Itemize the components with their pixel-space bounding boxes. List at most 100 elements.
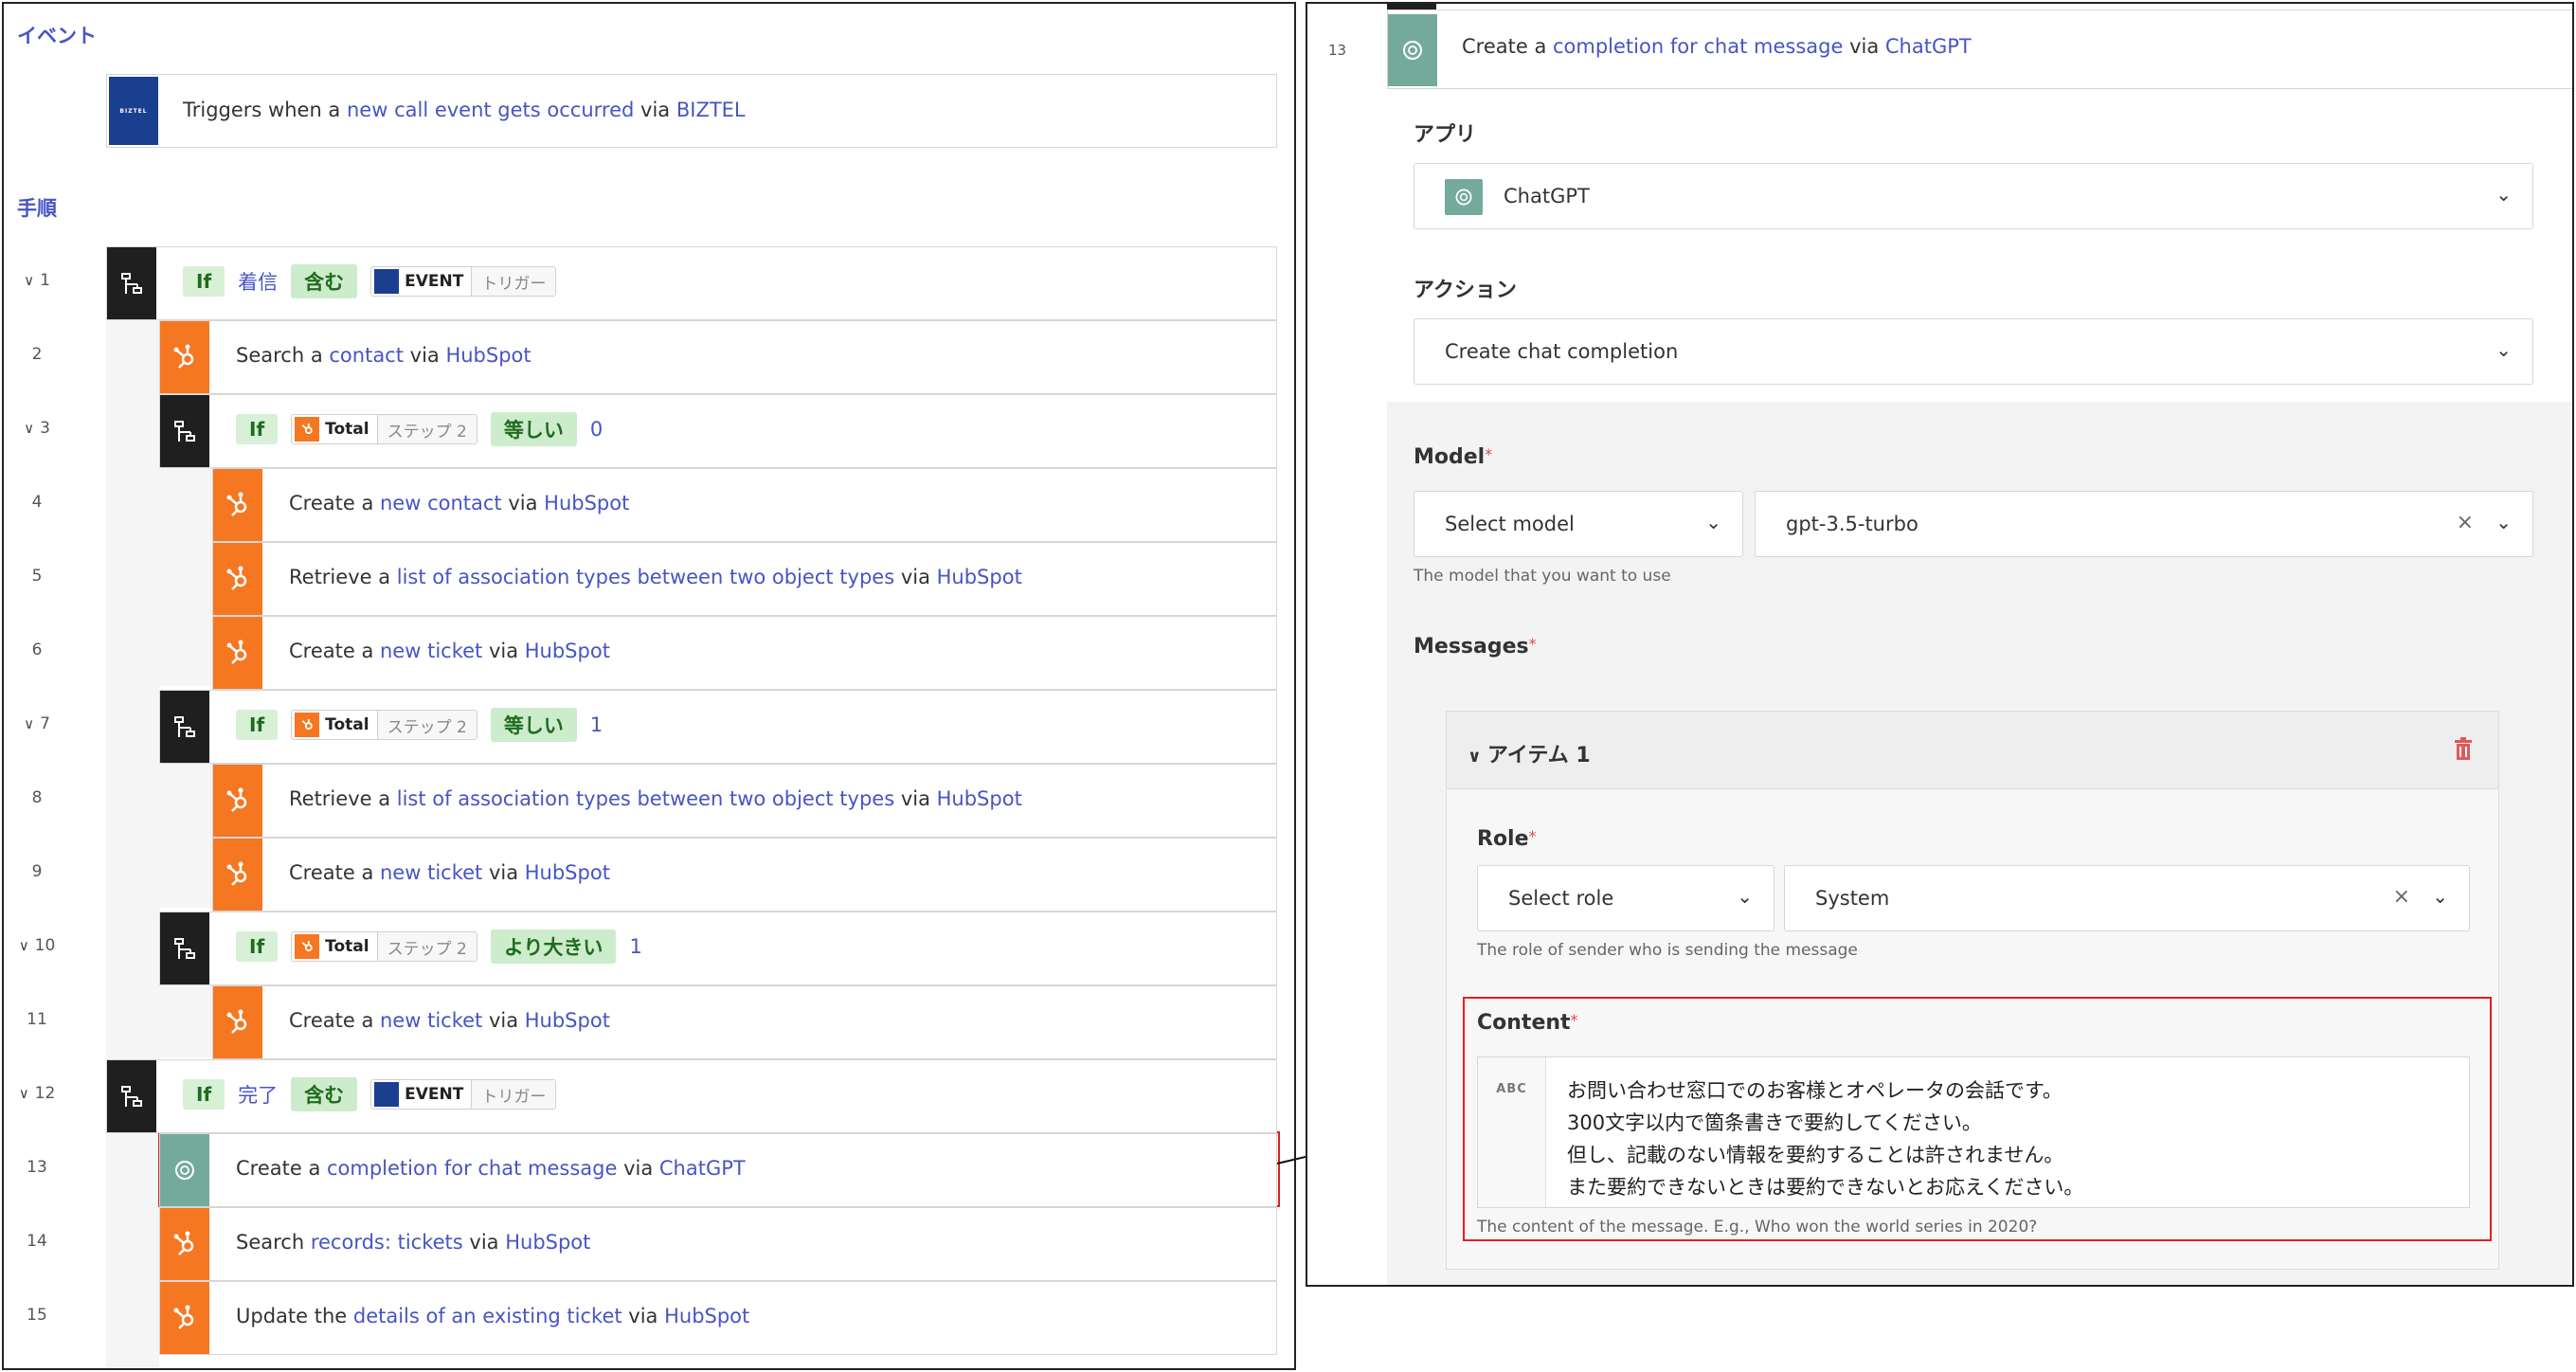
step-text: Retrieve a list of association types bet… — [289, 787, 1022, 810]
workflow-panel: イベント BIZTEL Triggers when a new call eve… — [2, 2, 1296, 1370]
condition-value: 1 — [629, 935, 642, 958]
role-mode-select[interactable]: Select role ⌄ — [1477, 865, 1774, 931]
step-link[interactable]: new ticket — [380, 861, 482, 884]
trigger-prefix: Triggers when a — [183, 99, 347, 121]
variable-chip[interactable]: Total ステップ 2 — [291, 414, 477, 444]
step-link[interactable]: completion for chat message — [327, 1157, 617, 1180]
condition-row[interactable]: If Total ステップ 2 より大きい 1 — [159, 912, 1277, 985]
step-number-text: 3 — [40, 419, 50, 438]
step-number-text: 1 — [40, 271, 50, 290]
condition-value: 1 — [589, 713, 603, 736]
item-title-text: アイテム 1 — [1486, 744, 1591, 767]
condition-row[interactable]: If 完了 含む EVENT トリガー — [106, 1059, 1277, 1133]
step-link[interactable]: list of association types between two ob… — [397, 566, 894, 588]
step-row[interactable]: Update the details of an existing ticket… — [159, 1281, 1277, 1355]
step-app-link[interactable]: HubSpot — [525, 861, 610, 884]
step-number-text: 2 — [31, 345, 43, 364]
step-app-link[interactable]: HubSpot — [525, 640, 610, 662]
chevron-down-icon[interactable]: ∨ — [19, 937, 29, 954]
step-row[interactable]: Create a completion for chat message via… — [159, 1133, 1277, 1207]
step-app-link[interactable]: HubSpot — [505, 1231, 590, 1254]
action-select[interactable]: Create chat completion ⌄ — [1414, 318, 2533, 385]
app-label: アプリ — [1414, 123, 1477, 147]
step-row[interactable]: Create a new ticket via HubSpot — [212, 985, 1277, 1059]
biztel-logo-icon: BIZTEL — [109, 77, 158, 145]
step-number[interactable]: ∨ 3 — [4, 419, 70, 438]
step-number: 6 — [4, 641, 70, 659]
nest-guide-7 — [159, 764, 212, 908]
step-number: 11 — [4, 1010, 70, 1029]
step-app-link[interactable]: HubSpot — [544, 492, 629, 514]
variable-chip[interactable]: EVENT トリガー — [370, 266, 557, 297]
step-number[interactable]: ∨ 7 — [4, 714, 70, 733]
step-app-link[interactable]: HubSpot — [937, 787, 1022, 810]
step-app-link[interactable]: HubSpot — [525, 1009, 610, 1032]
operator-badge: 含む — [291, 1077, 358, 1111]
detail-header-link[interactable]: completion for chat message — [1553, 35, 1843, 58]
role-select[interactable]: System × ⌄ — [1784, 865, 2470, 931]
step-row[interactable]: Create a new contact via HubSpot — [212, 468, 1277, 542]
step-number[interactable]: ∨ 12 — [4, 1084, 70, 1103]
step-link[interactable]: new contact — [380, 492, 502, 514]
hubspot-icon — [295, 934, 320, 959]
step-detail-panel: 13 Create a completion for chat message … — [1306, 2, 2574, 1287]
condition-row[interactable]: If Total ステップ 2 等しい 0 — [159, 394, 1277, 468]
chip-source: ステップ 2 — [376, 711, 477, 739]
step-number-text: 10 — [34, 936, 56, 955]
trash-icon[interactable] — [2453, 736, 2474, 761]
trigger-row[interactable]: BIZTEL Triggers when a new call event ge… — [106, 74, 1277, 148]
step-app-link[interactable]: HubSpot — [664, 1305, 749, 1327]
step-link[interactable]: records: tickets — [311, 1231, 463, 1254]
step-row[interactable]: Search a contact via HubSpot — [159, 320, 1277, 394]
step-link[interactable]: new ticket — [380, 640, 482, 662]
step-number[interactable]: ∨ 10 — [4, 936, 70, 955]
hubspot-icon — [295, 417, 320, 442]
item-title: ∨ アイテム 1 — [1468, 738, 1591, 768]
step-row[interactable]: Create a new ticket via HubSpot — [212, 616, 1277, 690]
chevron-down-icon: ⌄ — [1705, 511, 1721, 533]
step-prefix: Update the — [236, 1305, 353, 1327]
step-row[interactable]: Retrieve a list of association types bet… — [212, 542, 1277, 616]
item-header[interactable]: ∨ アイテム 1 — [1447, 712, 2498, 789]
variable-chip[interactable]: Total ステップ 2 — [291, 710, 477, 740]
step-prefix: Create a — [289, 861, 380, 884]
app-select[interactable]: ChatGPT ⌄ — [1414, 163, 2533, 229]
trigger-link[interactable]: new call event gets occurred — [347, 99, 634, 121]
step-number-text: 8 — [31, 788, 43, 807]
clear-icon[interactable]: × — [2393, 885, 2410, 909]
condition-row[interactable]: If 着信 含む EVENT トリガー — [106, 246, 1277, 320]
step-app-link[interactable]: ChatGPT — [659, 1157, 746, 1180]
detail-header-row[interactable]: Create a completion for chat message via… — [1387, 9, 2572, 89]
step-row[interactable]: Create a new ticket via HubSpot — [212, 838, 1277, 912]
step-link[interactable]: contact — [329, 344, 404, 367]
model-select[interactable]: gpt-3.5-turbo × ⌄ — [1755, 491, 2533, 557]
role-help: The role of sender who is sending the me… — [1477, 941, 1858, 960]
step-link[interactable]: new ticket — [380, 1009, 482, 1032]
step-link[interactable]: details of an existing ticket — [353, 1305, 622, 1327]
chevron-down-icon[interactable]: ∨ — [19, 1085, 29, 1102]
step-app-link[interactable]: HubSpot — [937, 566, 1022, 588]
nest-guide-1 — [106, 320, 159, 1368]
clear-icon[interactable]: × — [2457, 511, 2474, 534]
model-mode-select[interactable]: Select model ⌄ — [1414, 491, 1743, 557]
step-number-text: 7 — [40, 714, 50, 733]
model-help: The model that you want to use — [1414, 567, 1671, 586]
step-via: via — [501, 492, 545, 514]
detail-header-app-link[interactable]: ChatGPT — [1885, 35, 1972, 58]
condition-row[interactable]: If Total ステップ 2 等しい 1 — [159, 690, 1277, 764]
step-number[interactable]: ∨ 1 — [4, 271, 70, 290]
step-link[interactable]: list of association types between two ob… — [397, 787, 894, 810]
chevron-down-icon: ⌄ — [2495, 338, 2512, 361]
trigger-app-link[interactable]: BIZTEL — [676, 99, 746, 121]
step-text: Create a completion for chat message via… — [236, 1157, 746, 1180]
variable-chip[interactable]: Total ステップ 2 — [291, 931, 477, 962]
step-row[interactable]: Search records: tickets via HubSpot — [159, 1207, 1277, 1281]
nest-guide-10 — [159, 985, 212, 1057]
chevron-down-icon[interactable]: ∨ — [24, 715, 34, 732]
chevron-down-icon[interactable]: ∨ — [24, 420, 34, 437]
variable-chip[interactable]: EVENT トリガー — [370, 1079, 557, 1110]
step-number: 5 — [4, 567, 70, 586]
step-app-link[interactable]: HubSpot — [445, 344, 531, 367]
chevron-down-icon[interactable]: ∨ — [24, 272, 34, 289]
step-row[interactable]: Retrieve a list of association types bet… — [212, 764, 1277, 838]
